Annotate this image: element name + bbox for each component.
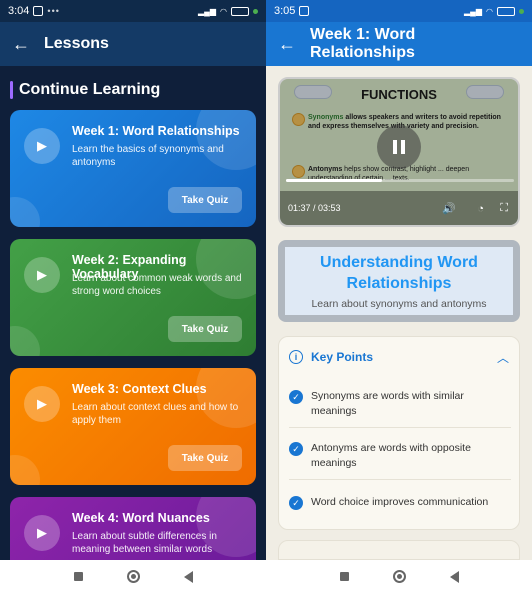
take-quiz-button[interactable]: Take Quiz <box>168 187 242 213</box>
accent-bar <box>10 81 13 99</box>
key-point-text: Antonyms are words with opposite meaning… <box>311 442 471 469</box>
page-title: Week 1: Word Relationships <box>310 26 416 61</box>
wifi-icon: ◠ <box>220 6 227 16</box>
key-points-panel: i Key Points ︿ ✓ Synonyms are words with… <box>278 336 520 530</box>
status-time: 3:04 <box>8 5 30 17</box>
key-point-item: ✓ Antonyms are words with opposite meani… <box>289 441 511 480</box>
check-icon: ✓ <box>289 390 303 404</box>
battery-icon <box>497 6 515 16</box>
video-progress-bar[interactable] <box>286 179 514 182</box>
system-nav-bar <box>0 560 266 593</box>
play-icon[interactable]: ▶ <box>24 515 60 551</box>
notification-icon <box>33 6 44 16</box>
video-time: 01:37 / 03:53 <box>288 203 341 213</box>
app-bar: ← Week 1: Word Relationships <box>266 22 532 66</box>
play-icon[interactable]: ▶ <box>24 128 60 164</box>
take-quiz-button[interactable]: Take Quiz <box>168 316 242 342</box>
play-icon[interactable]: ▶ <box>24 386 60 422</box>
back-arrow-icon[interactable]: ← <box>12 34 30 55</box>
topic-title: Understanding Word Relationships <box>320 254 478 292</box>
pause-icon[interactable] <box>377 125 421 169</box>
lesson-card[interactable]: ▶ Week 3: Context Clues Learn about cont… <box>10 368 256 485</box>
play-icon[interactable]: ▶ <box>24 257 60 293</box>
volume-icon[interactable]: 🔊 <box>442 202 456 215</box>
check-icon: ✓ <box>289 442 303 456</box>
key-points-title: Key Points <box>311 350 374 364</box>
notification-icon <box>299 6 310 16</box>
signal-icon: ▂▄▆ <box>198 6 217 16</box>
back-icon[interactable] <box>449 570 459 583</box>
recording-dot-icon <box>253 8 258 14</box>
check-icon: ✓ <box>289 496 303 510</box>
chevron-up-icon[interactable]: ︿ <box>497 349 509 366</box>
lesson-title: Week 4: Word Nuances <box>72 511 210 525</box>
topic-subtitle: Learn about synonyms and antonyms <box>311 298 487 310</box>
info-icon: i <box>289 350 303 364</box>
lesson-description: Learn about context clues and how to app… <box>72 402 239 426</box>
decorative-circle <box>10 326 40 356</box>
status-icons: ▂▄▆ ◠ <box>198 6 258 16</box>
decorative-circle <box>10 455 40 485</box>
signal-icon: ▂▄▆ <box>464 6 483 16</box>
app-bar: ← Lessons <box>0 22 266 66</box>
key-point-item: ✓ Word choice improves communication <box>289 495 511 518</box>
key-point-text: Word choice improves communication <box>311 496 489 508</box>
status-bar: 3:05 ▂▄▆ ◠ <box>266 0 532 22</box>
back-icon[interactable] <box>183 570 193 583</box>
home-icon[interactable] <box>126 570 140 583</box>
system-nav-bar <box>266 560 532 593</box>
more-notifications-icon: ••• <box>47 6 60 16</box>
fullscreen-icon[interactable]: ⛶ <box>500 202 508 215</box>
key-points-header[interactable]: i Key Points ︿ <box>279 337 519 377</box>
section-heading: Continue Learning <box>10 80 266 100</box>
lesson-description: Learn the basics of synonyms and antonym… <box>72 144 224 168</box>
key-point-item: ✓ Synonyms are words with similar meanin… <box>289 389 511 428</box>
playback-speed-icon[interactable]: ◔ <box>477 203 484 215</box>
status-time: 3:05 <box>274 5 296 17</box>
lesson-description: Learn about subtle differences in meanin… <box>72 531 217 555</box>
take-quiz-button[interactable]: Take Quiz <box>168 445 242 471</box>
home-icon[interactable] <box>392 570 406 583</box>
back-arrow-icon[interactable]: ← <box>278 34 296 55</box>
progress-fill <box>286 179 382 182</box>
status-bar: 3:04 ••• ▂▄▆ ◠ <box>0 0 266 22</box>
page-title: Lessons <box>44 35 109 52</box>
battery-icon <box>231 6 249 16</box>
status-icons: ▂▄▆ ◠ <box>464 6 524 16</box>
lesson-list: ▶ Week 1: Word Relationships Learn the b… <box>10 110 256 589</box>
video-player[interactable]: FUNCTIONS Synonyms allows speakers and w… <box>278 77 520 227</box>
next-section-card <box>278 540 520 560</box>
lesson-description: Learn about common weak words and strong… <box>72 273 242 297</box>
lesson-detail-screen: 3:05 ▂▄▆ ◠ ← Week 1: Word Relationships … <box>266 0 532 593</box>
topic-card: Understanding Word Relationships Learn a… <box>278 240 520 322</box>
section-title: Continue Learning <box>19 81 161 98</box>
lesson-card[interactable]: ▶ Week 2: Expanding Vocabulary Learn abo… <box>10 239 256 356</box>
wifi-icon: ◠ <box>486 6 493 16</box>
recording-dot-icon <box>519 8 524 14</box>
lesson-card[interactable]: ▶ Week 1: Word Relationships Learn the b… <box>10 110 256 227</box>
lessons-screen: 3:04 ••• ▂▄▆ ◠ ← Lessons Continue Learni… <box>0 0 266 593</box>
recents-icon[interactable] <box>339 572 349 581</box>
decorative-circle <box>10 197 40 227</box>
recents-icon[interactable] <box>73 572 83 581</box>
lesson-title: Week 3: Context Clues <box>72 382 207 396</box>
key-point-text: Synonyms are words with similar meanings <box>311 390 464 417</box>
lesson-title: Week 1: Word Relationships <box>72 124 240 138</box>
